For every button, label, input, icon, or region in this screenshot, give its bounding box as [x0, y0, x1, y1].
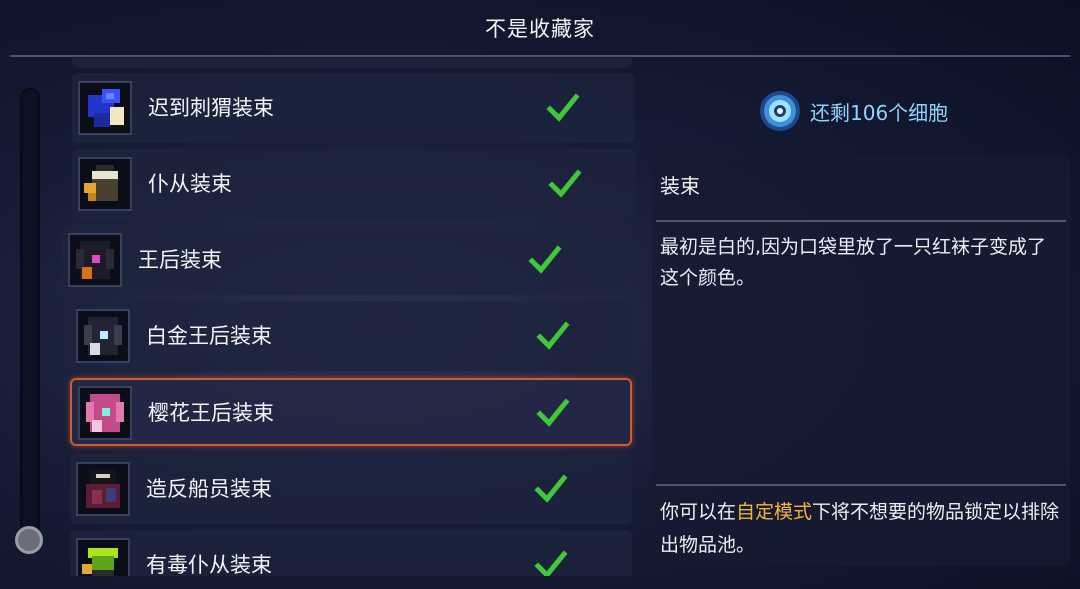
- list-item-mutineer-outfit[interactable]: 造反船员装束: [70, 454, 632, 524]
- collection-screen: 不是收藏家 迟到刺猬装束 仆从装束 王后装束 白金王后装束 樱花王后装束 造反船…: [0, 0, 1080, 589]
- platinum-queen-outfit-icon: [76, 309, 130, 363]
- outfit-name: 迟到刺猬装束: [148, 96, 274, 120]
- list-item-hedgehog-outfit[interactable]: 迟到刺猬装束: [72, 73, 634, 143]
- details-divider: [656, 220, 1066, 222]
- mutineer-outfit-icon: [76, 462, 130, 516]
- scrollbar-track[interactable]: [20, 88, 40, 548]
- list-item-toxic-servant-outfit[interactable]: 有毒仆从装束: [70, 530, 632, 576]
- list-item-partial[interactable]: [72, 58, 632, 68]
- item-category: 装束: [660, 174, 700, 198]
- custom-mode-link[interactable]: 自定模式: [736, 501, 812, 523]
- header-divider: [10, 55, 1070, 57]
- check-icon: [536, 398, 570, 427]
- check-icon: [546, 93, 580, 122]
- list-item-servant-outfit[interactable]: 仆从装束: [72, 149, 636, 219]
- cells-remaining-text: 还剩106个细胞: [810, 100, 949, 125]
- servant-outfit-icon: [78, 157, 132, 211]
- screen-title: 不是收藏家: [485, 17, 595, 41]
- item-details-panel: 装束 最初是白的,因为口袋里放了一只红袜子变成了这个颜色。 你可以在自定模式下将…: [652, 156, 1070, 566]
- details-divider: [656, 484, 1066, 486]
- outfit-name: 王后装束: [138, 248, 222, 272]
- list-item-sakura-queen-outfit[interactable]: 樱花王后装束: [70, 378, 632, 446]
- list-item-platinum-queen-outfit[interactable]: 白金王后装束: [70, 301, 632, 371]
- check-icon: [534, 550, 568, 576]
- scrollbar-knob[interactable]: [15, 526, 43, 554]
- list-item-queen-outfit[interactable]: 王后装束: [62, 225, 626, 295]
- custom-mode-note: 你可以在自定模式下将不想要的物品锁定以排除出物品池。: [660, 496, 1060, 562]
- toxic-servant-outfit-icon: [76, 538, 130, 576]
- cells-remaining: 还剩106个细胞: [758, 86, 948, 136]
- cell-icon: [760, 91, 800, 131]
- item-description: 最初是白的,因为口袋里放了一只红袜子变成了这个颜色。: [660, 236, 1047, 289]
- check-icon: [534, 474, 568, 503]
- check-icon: [536, 321, 570, 350]
- outfit-name: 樱花王后装束: [148, 401, 274, 425]
- check-icon: [528, 245, 562, 274]
- outfit-list: 迟到刺猬装束 仆从装束 王后装束 白金王后装束 樱花王后装束 造反船员装束 有毒…: [62, 58, 642, 576]
- outfit-name: 有毒仆从装束: [146, 553, 272, 576]
- outfit-name: 白金王后装束: [146, 324, 272, 348]
- outfit-name: 造反船员装束: [146, 477, 272, 501]
- outfit-name: 仆从装束: [148, 172, 232, 196]
- check-icon: [548, 169, 582, 198]
- sakura-queen-outfit-icon: [78, 386, 132, 440]
- hedgehog-outfit-icon: [78, 81, 132, 135]
- note-prefix: 你可以在: [660, 501, 737, 523]
- queen-outfit-icon: [68, 233, 122, 287]
